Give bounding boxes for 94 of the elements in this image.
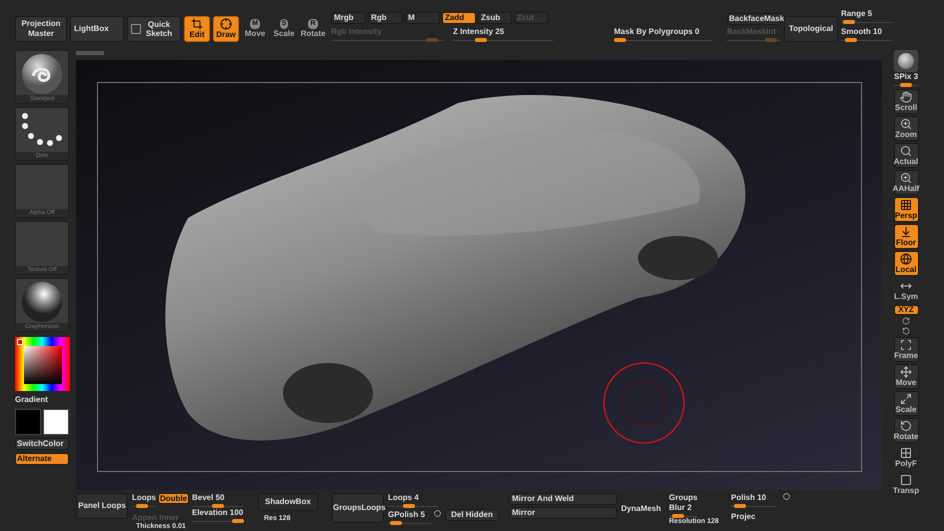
alternate-button[interactable]: Alternate [15,453,69,465]
slider-thumb[interactable] [232,519,244,523]
slider-track[interactable] [388,521,432,525]
view-button[interactable]: Scale [894,391,918,416]
mirror-button[interactable]: Mirror [509,507,617,519]
view-button[interactable]: Zoom [894,116,918,141]
slider-label: Z Intensity 25 [453,27,506,37]
slider-label: Elevation 100 [192,508,244,518]
slider-thumb[interactable] [672,514,684,518]
grid-icon [900,446,912,458]
slider-label: GPolish 5 [388,510,426,520]
zoom-icon [900,172,912,184]
slider-thumb[interactable] [843,20,855,24]
slider-track[interactable] [669,514,697,518]
slider-label: Loops [132,493,156,503]
groups-loops-button[interactable]: GroupsLoops [332,493,384,523]
color-mode-button[interactable]: Mrgb [331,12,366,24]
del-hidden-button[interactable]: Del Hidden [445,509,499,521]
slider-label: Range 5 [841,9,874,19]
move-icon [900,366,912,378]
panel-loops-button[interactable]: Panel Loops [76,493,128,519]
color-mode-button[interactable]: Rgb [368,12,403,24]
view-button[interactable]: Scroll [894,89,918,114]
sphere-icon [19,281,65,323]
view-button[interactable]: Frame [894,337,918,362]
brush-cursor-icon [602,361,686,445]
dynamesh-label: DynaMesh [621,503,662,515]
slider-label: SPix 3 [894,72,918,82]
switch-color-button[interactable]: SwitchColor [15,438,69,450]
slider-label: Polish 10 [731,493,768,503]
topological-button[interactable]: Topological [784,16,838,42]
slider-thumb[interactable] [734,504,746,508]
grid-icon [900,198,912,210]
spix-preview[interactable] [894,50,918,72]
scale-icon [900,392,912,404]
view-button[interactable]: L.Sym [894,278,918,303]
slider-thumb[interactable] [136,504,148,508]
frame-icon [900,338,912,350]
gradient-label: Gradient [15,394,48,406]
project-label: Projec [731,511,756,523]
crop-icon [191,18,203,30]
depth-mode-button[interactable]: Zadd [442,12,476,24]
slider-thumb[interactable] [475,38,487,42]
slider-track[interactable] [894,83,918,87]
crosshair-icon [220,18,232,30]
zoom-icon [900,118,912,130]
view-button[interactable]: PolyF [894,445,918,470]
double-toggle[interactable]: Double [158,493,190,504]
shadowbox-button[interactable]: ShadowBox [258,493,318,511]
slider-track[interactable] [132,504,156,508]
square-icon [900,474,912,486]
slider-thumb[interactable] [390,521,402,525]
secondary-color-swatch[interactable] [43,409,69,435]
slider-label: Bevel 50 [192,493,226,503]
color-picker[interactable] [15,337,70,391]
globe-icon [900,252,912,264]
circle-toggle-icon[interactable] [434,510,441,517]
tool-button[interactable]: Edit [184,16,210,42]
quick-sketch-button[interactable]: Quick Sketch [127,16,181,42]
depth-mode-button[interactable]: Zsub [478,12,512,24]
rotate-icon [900,420,912,432]
main-color-swatch[interactable] [15,409,41,435]
hand-icon [900,90,912,102]
slider-thumb[interactable] [614,38,626,42]
slider-thumb[interactable] [845,38,857,42]
slider-label: Loops 4 [388,493,420,503]
rotate-axis-icon[interactable] [902,317,910,325]
mirror-and-weld-button[interactable]: Mirror And Weld [509,493,617,505]
view-button[interactable]: Transp [894,472,918,497]
groups-label: Groups [669,493,698,503]
sketch-icon [130,23,142,35]
slider-label: Mask By Polygroups 0 [614,27,700,37]
view-button[interactable]: Persp [894,197,918,222]
slider-thumb[interactable] [900,83,912,87]
projection-master-button[interactable]: Projection Master [15,16,67,42]
view-button[interactable]: AAHalf [894,170,918,195]
view-button[interactable]: Local [894,251,918,276]
slider-label: Smooth 10 [841,27,883,37]
view-button[interactable]: Rotate [894,418,918,443]
slider-thumb[interactable] [403,504,416,508]
xyz-toggle[interactable]: XYZ [894,305,918,315]
brush-preview-icon [19,53,65,95]
view-button[interactable]: Floor [894,224,918,249]
tool-button[interactable]: Draw [213,16,239,42]
color-mode-button[interactable]: M [405,12,440,24]
floor-icon [900,226,912,238]
circle-toggle-icon[interactable] [783,493,790,500]
magnifier-icon [900,144,912,156]
view-button[interactable]: Actual [894,143,918,168]
lightbox-button[interactable]: LightBox [70,16,124,42]
view-button[interactable]: Move [894,364,918,389]
rotate-axis-icon[interactable] [902,327,910,335]
slider-label: Blur 2 [669,503,693,513]
slider-thumb[interactable] [212,504,224,508]
